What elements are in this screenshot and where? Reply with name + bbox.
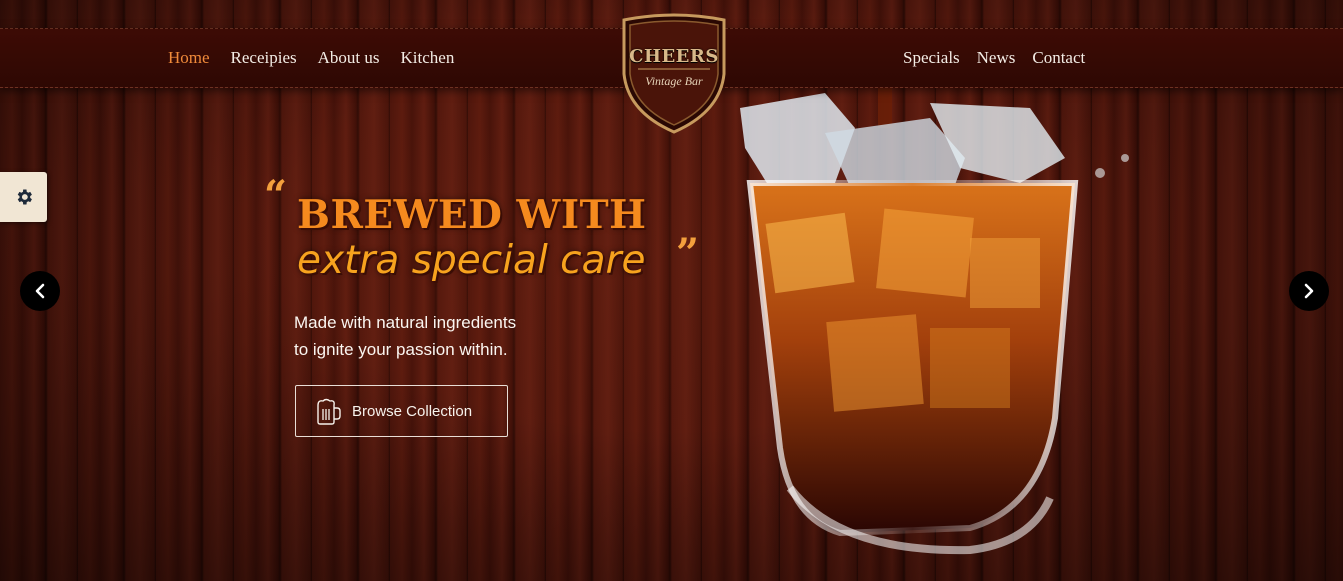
nav-receipies[interactable]: Receipies	[231, 48, 297, 68]
settings-toggle[interactable]	[0, 172, 47, 222]
nav-home[interactable]: Home	[168, 48, 210, 68]
nav-kitchen[interactable]: Kitchen	[401, 48, 455, 68]
quote-open-mark: “	[264, 172, 288, 219]
nav-specials[interactable]: Specials	[903, 48, 960, 68]
gear-icon	[17, 189, 32, 205]
slider-next-button[interactable]	[1289, 271, 1329, 311]
logo-subtitle: Vintage Bar	[645, 74, 703, 88]
hero-drink-image	[740, 88, 1129, 555]
chevron-left-icon	[35, 283, 45, 299]
nav-contact[interactable]: Contact	[1032, 48, 1085, 68]
hero-subtext-line1: Made with natural ingredients	[294, 313, 517, 332]
hero-headline-line1: BREWED WITH	[297, 192, 647, 238]
hero-subtext: Made with natural ingredients to ignite …	[294, 309, 614, 363]
brand-logo[interactable]: CHEERS Vintage Bar	[620, 12, 728, 134]
browse-collection-label: Browse Collection	[352, 402, 473, 420]
hero-subtext-line2: to ignite your passion within.	[294, 340, 508, 359]
logo-title: CHEERS	[629, 46, 719, 67]
nav-left-group: Home Receipies About us Kitchen	[168, 29, 454, 87]
beer-mug-icon	[317, 398, 341, 425]
quote-close-mark: ”	[676, 230, 700, 277]
nav-right-group: Specials News Contact	[903, 29, 1085, 87]
chevron-right-icon	[1304, 283, 1314, 299]
nav-news[interactable]: News	[977, 48, 1016, 68]
nav-about-us[interactable]: About us	[318, 48, 380, 68]
browse-collection-button[interactable]: Browse Collection	[295, 385, 508, 437]
shield-icon	[622, 13, 726, 134]
slider-prev-button[interactable]	[20, 271, 60, 311]
hero-headline-line2: extra special care	[297, 238, 646, 283]
